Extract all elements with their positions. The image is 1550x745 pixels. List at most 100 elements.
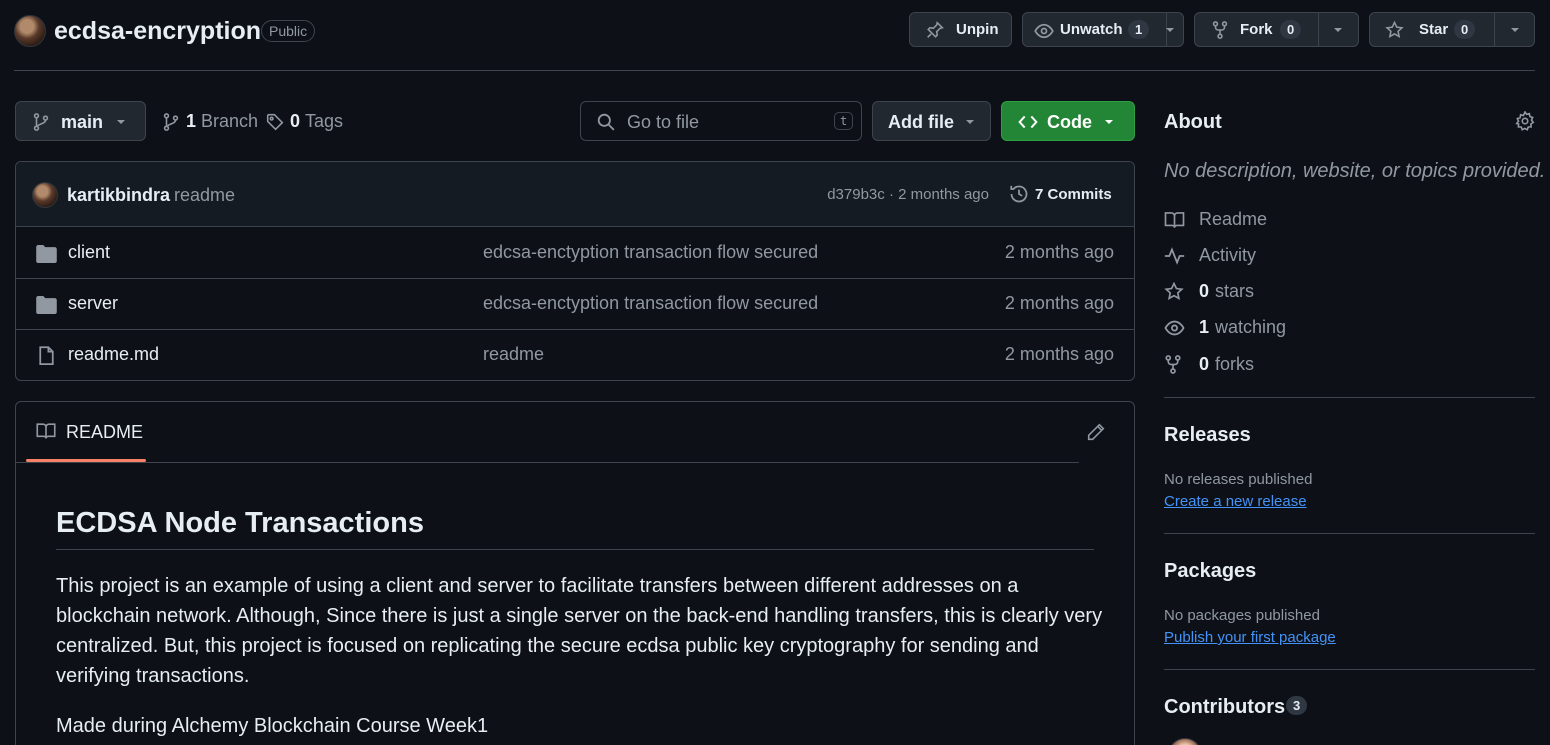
activity-label: Activity <box>1199 245 1257 265</box>
repo-name[interactable]: ecdsa-encryption <box>54 17 261 46</box>
visibility-badge: Public <box>261 20 316 42</box>
star-icon <box>1385 21 1404 39</box>
gear-icon[interactable] <box>1515 111 1535 131</box>
commits-label: Commits <box>1047 186 1112 203</box>
fork-icon <box>1212 21 1228 39</box>
branch-selector[interactable]: main <box>15 101 146 141</box>
search-placeholder: Go to file <box>627 112 700 132</box>
chevron-down-icon[interactable] <box>1164 26 1176 34</box>
about-heading: About <box>1164 111 1222 133</box>
chevron-down-icon <box>1103 118 1115 126</box>
commit-author[interactable]: kartikbindra <box>67 185 170 206</box>
branch-name: main <box>61 112 104 132</box>
forks-link[interactable]: 0 forks <box>1164 354 1254 375</box>
go-to-file-search[interactable]: Go to file t <box>580 101 862 141</box>
chevron-down-icon[interactable] <box>1509 26 1521 34</box>
readme-link-label: Readme <box>1199 209 1268 229</box>
create-release-link[interactable]: Create a new release <box>1164 493 1307 510</box>
author-avatar[interactable] <box>32 182 58 208</box>
tag-icon <box>266 113 284 131</box>
file-name[interactable]: readme.md <box>68 344 159 365</box>
releases-empty-text: No releases published <box>1164 471 1313 488</box>
fork-count: 0 <box>1280 20 1302 39</box>
sidebar-divider <box>1164 397 1535 398</box>
tags-link[interactable]: 0 Tags <box>266 111 343 132</box>
branch-label: Branch <box>201 111 259 131</box>
forks-label: forks <box>1215 354 1255 374</box>
readme-link[interactable]: Readme <box>1164 209 1267 230</box>
book-icon <box>1164 211 1186 229</box>
header-divider <box>14 70 1535 71</box>
readme-panel: README ECDSA Node Transactions This proj… <box>15 401 1135 745</box>
star-count: 0 <box>1454 20 1476 39</box>
owner-avatar[interactable] <box>14 15 46 47</box>
publish-package-link[interactable]: Publish your first package <box>1164 629 1336 646</box>
eye-icon <box>1164 319 1186 337</box>
unpin-button[interactable]: Unpin <box>909 12 1012 47</box>
file-row[interactable]: readme.md readme 2 months ago <box>16 330 1134 380</box>
file-row[interactable]: client edcsa-enctyption transaction flow… <box>16 228 1134 279</box>
pulse-icon <box>1164 246 1186 265</box>
fork-button[interactable]: Fork 0 <box>1194 12 1359 47</box>
code-button[interactable]: Code <box>1001 101 1135 141</box>
heading-rule <box>56 549 1094 550</box>
file-commit-message[interactable]: edcsa-enctyption transaction flow secure… <box>483 242 818 263</box>
file-commit-message[interactable]: edcsa-enctyption transaction flow secure… <box>483 293 818 314</box>
releases-heading[interactable]: Releases <box>1164 424 1251 447</box>
branch-icon <box>163 112 179 131</box>
readme-line: verifying transactions. <box>56 665 250 687</box>
file-icon <box>38 346 55 366</box>
file-name[interactable]: client <box>68 242 110 263</box>
watch-count: 1 <box>1128 20 1150 39</box>
activity-link[interactable]: Activity <box>1164 245 1256 266</box>
readme-paragraph: This project is an example of using a cl… <box>56 571 1116 691</box>
contributor-avatar[interactable] <box>1168 738 1202 745</box>
unwatch-label: Unwatch <box>1060 21 1123 38</box>
fork-label: Fork <box>1240 21 1273 38</box>
search-icon <box>597 113 615 131</box>
file-name[interactable]: server <box>68 293 118 314</box>
latest-commit-bar: kartikbindra readme d379b3c · 2 months a… <box>16 162 1134 227</box>
contributors-heading[interactable]: Contributors <box>1164 696 1285 719</box>
readme-line: centralized. But, this project is focuse… <box>56 635 1039 657</box>
readme-tab[interactable]: README <box>26 402 146 462</box>
add-file-label: Add file <box>888 112 954 132</box>
branches-link[interactable]: 1 Branch <box>163 111 258 132</box>
watching-link[interactable]: 1 watching <box>1164 317 1286 338</box>
stars-link[interactable]: 0 stars <box>1164 281 1254 302</box>
readme-tab-divider <box>16 462 1079 463</box>
eye-icon <box>1034 22 1054 40</box>
file-date: 2 months ago <box>1004 293 1114 313</box>
sidebar-divider <box>1164 533 1535 534</box>
star-button[interactable]: Star 0 <box>1369 12 1535 47</box>
pin-icon <box>926 21 944 39</box>
star-label: Star <box>1419 21 1449 38</box>
star-icon <box>1164 282 1186 301</box>
readme-line: blockchain network. Although, Since ther… <box>56 605 1103 627</box>
tag-count: 0 <box>290 111 301 131</box>
stars-label: stars <box>1215 281 1255 301</box>
stars-count: 0 <box>1199 281 1210 301</box>
chevron-down-icon[interactable] <box>1332 26 1344 34</box>
folder-icon <box>36 296 57 314</box>
readme-line: This project is an example of using a cl… <box>56 575 1019 597</box>
file-date: 2 months ago <box>1004 242 1114 262</box>
edit-pencil-icon[interactable] <box>1087 423 1105 441</box>
packages-heading[interactable]: Packages <box>1164 560 1256 583</box>
commits-link[interactable]: 7 Commits <box>1035 186 1112 203</box>
unwatch-button[interactable]: Unwatch 1 <box>1022 12 1184 47</box>
search-shortcut-key: t <box>834 112 854 130</box>
add-file-button[interactable]: Add file <box>872 101 991 141</box>
branch-count: 1 <box>186 111 197 131</box>
commit-message[interactable]: readme <box>174 185 235 206</box>
file-commit-message[interactable]: readme <box>483 344 544 365</box>
forks-count: 0 <box>1199 354 1210 374</box>
book-icon <box>36 422 56 440</box>
unpin-label: Unpin <box>956 21 999 38</box>
watching-count: 1 <box>1199 317 1210 337</box>
file-date: 2 months ago <box>1004 344 1114 364</box>
file-row[interactable]: server edcsa-enctyption transaction flow… <box>16 279 1134 330</box>
commit-sha-time[interactable]: d379b3c · 2 months ago <box>827 186 989 203</box>
readme-paragraph-2: Made during Alchemy Blockchain Course We… <box>56 715 489 737</box>
history-icon <box>1009 184 1029 204</box>
